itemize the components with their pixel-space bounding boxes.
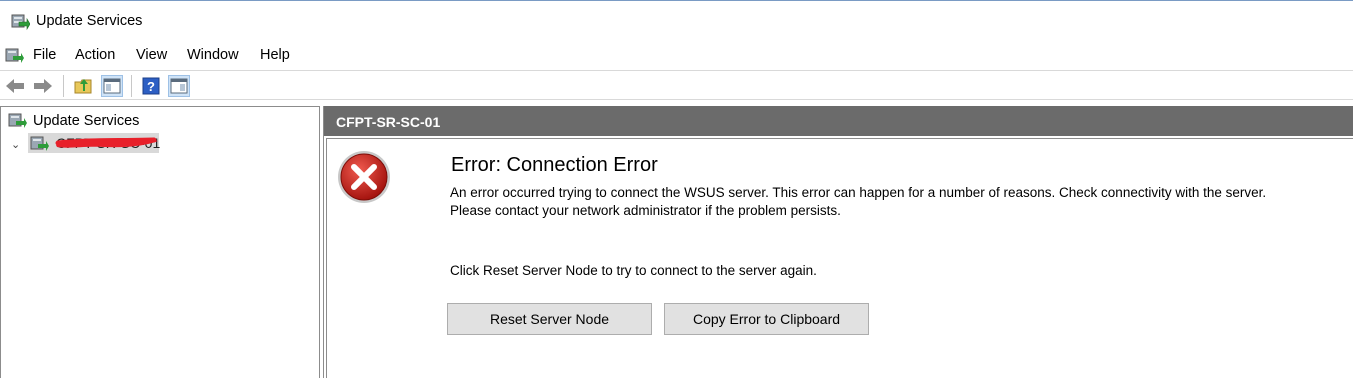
chevron-down-icon[interactable]: ⌄: [11, 138, 20, 151]
update-services-icon: [11, 14, 30, 31]
help-button[interactable]: ?: [140, 75, 162, 97]
pane-header: CFPT-SR-SC-01: [324, 106, 1353, 136]
menu-window[interactable]: Window: [187, 47, 239, 63]
menu-help[interactable]: Help: [260, 47, 290, 63]
show-hide-action-pane-icon: [170, 78, 188, 94]
system-menu-icon[interactable]: [4, 46, 24, 66]
reset-hint: Click Reset Server Node to try to connec…: [450, 263, 817, 278]
error-icon: [338, 151, 390, 203]
up-folder-icon: [74, 79, 92, 94]
help-icon: ?: [142, 77, 160, 95]
show-hide-console-tree-icon: [103, 78, 121, 94]
update-services-icon: [8, 113, 27, 128]
error-title: Error: Connection Error: [451, 154, 658, 176]
server-icon: [30, 136, 49, 151]
menu-file[interactable]: File: [33, 47, 56, 63]
back-button[interactable]: [4, 75, 26, 97]
error-message: An error occurred trying to connect the …: [450, 184, 1353, 220]
window-title: Update Services: [36, 13, 143, 29]
menu-bar: File Action View Window Help: [0, 42, 1353, 70]
error-message-line: Please contact your network administrato…: [450, 203, 841, 218]
reset-server-node-button[interactable]: Reset Server Node: [447, 303, 652, 335]
error-panel: Error: Connection Error An error occurre…: [326, 138, 1353, 378]
show-hide-console-tree-button[interactable]: [101, 75, 123, 97]
tree-root-label: Update Services: [33, 113, 140, 129]
menu-action[interactable]: Action: [75, 47, 115, 63]
title-bar: Update Services: [0, 0, 1353, 42]
tree-root-item[interactable]: Update Services: [7, 111, 139, 131]
copy-error-button[interactable]: Copy Error to Clipboard: [664, 303, 869, 335]
show-hide-action-pane-button[interactable]: [168, 75, 190, 97]
forward-arrow-icon: [34, 79, 52, 93]
error-message-line: An error occurred trying to connect the …: [450, 185, 1267, 200]
menu-view[interactable]: View: [136, 47, 167, 63]
result-pane: CFPT-SR-SC-01 Error: Connection Error An…: [323, 106, 1353, 378]
toolbar-separator: [131, 75, 132, 97]
up-one-level-button[interactable]: [72, 75, 94, 97]
back-arrow-icon: [6, 79, 24, 93]
toolbar-separator: [63, 75, 64, 97]
toolbar: ?: [0, 70, 1353, 100]
forward-button[interactable]: [32, 75, 54, 97]
redaction-mark: [55, 137, 158, 148]
svg-text:?: ?: [147, 79, 155, 94]
